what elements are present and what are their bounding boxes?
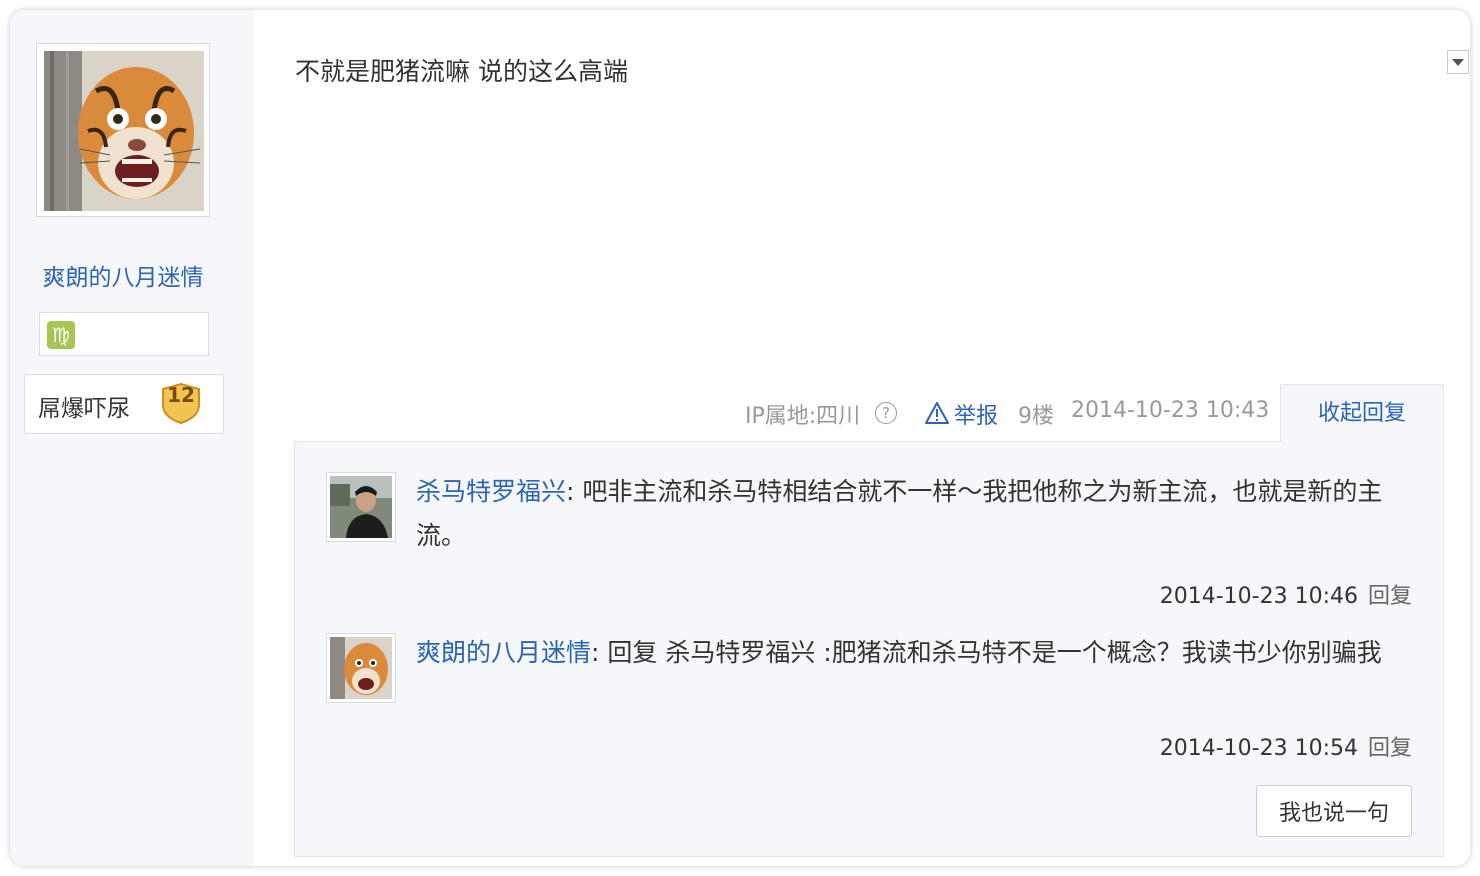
reply-button[interactable]: 回复 [1368, 584, 1412, 609]
author-name-link[interactable]: 爽朗的八月迷情 [10, 258, 236, 292]
reply-user-link[interactable]: 爽朗的八月迷情 [416, 638, 591, 667]
zodiac-badge-box: ♍ [39, 312, 209, 356]
reply-user-link[interactable]: 杀马特罗福兴 [416, 477, 566, 506]
ip-location: IP属地:四川 [745, 404, 861, 429]
reply-panel: 杀马特罗福兴: 吧非主流和杀马特相结合就不一样～我把他称之为新主流，也就是新的主… [294, 441, 1444, 857]
level-number: 12 [167, 383, 195, 407]
virgo-icon[interactable]: ♍ [47, 321, 75, 349]
reply-avatar[interactable] [326, 633, 396, 703]
collapse-replies-button[interactable]: 收起回复 [1280, 384, 1444, 442]
post-content: 不就是肥猪流嘛 说的这么高端 [295, 57, 628, 86]
level-title: 屌爆吓尿 [38, 396, 130, 422]
person-avatar-image [330, 476, 392, 538]
reply-text: 回复 杀马特罗福兴 :肥猪流和杀马特不是一个概念？我读书少你别骗我 [599, 638, 1382, 667]
level-box[interactable]: 屌爆吓尿 12 [24, 374, 224, 434]
author-avatar[interactable] [36, 43, 210, 217]
post-time: 2014-10-23 10:43 [1071, 398, 1270, 423]
help-icon[interactable]: ? [875, 402, 897, 424]
tiger-avatar-image [330, 637, 392, 699]
report-link[interactable]: 举报 [954, 398, 998, 430]
reply-meta: 2014-10-23 10:54 回复 [1160, 730, 1412, 762]
reply-item: 杀马特罗福兴: 吧非主流和杀马特相结合就不一样～我把他称之为新主流，也就是新的主… [416, 470, 1412, 558]
reply-avatar[interactable] [326, 472, 396, 542]
reply-time: 2014-10-23 10:54 [1159, 736, 1358, 761]
post-menu-dropdown[interactable] [1447, 50, 1469, 74]
reply-meta: 2014-10-23 10:46 回复 [1160, 578, 1412, 610]
tiger-avatar-image [44, 51, 204, 211]
say-something-button[interactable]: 我也说一句 [1256, 785, 1412, 837]
reply-button[interactable]: 回复 [1368, 736, 1412, 761]
warning-icon[interactable] [924, 401, 950, 425]
author-sidebar: 爽朗的八月迷情 ♍ 屌爆吓尿 12 [10, 10, 253, 866]
reply-time: 2014-10-23 10:46 [1159, 584, 1358, 609]
reply-item: 爽朗的八月迷情: 回复 杀马特罗福兴 :肥猪流和杀马特不是一个概念？我读书少你别… [416, 631, 1412, 675]
post-card: 爽朗的八月迷情 ♍ 屌爆吓尿 12 不就是肥猪流嘛 说的这么高端 IP属地:四川… [10, 10, 1470, 866]
floor-number: 9楼 [1018, 404, 1054, 429]
